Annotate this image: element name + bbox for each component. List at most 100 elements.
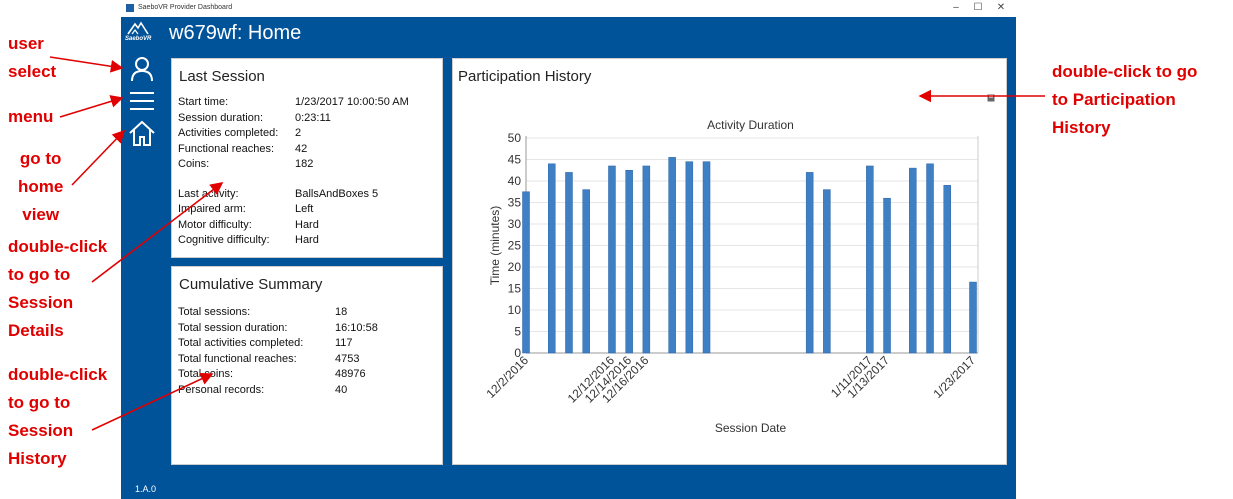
total-sessions-value: 18: [335, 306, 348, 318]
session-duration-value: 0:23:11: [295, 111, 331, 124]
page-title: w679wf: Home: [169, 22, 302, 44]
app-header: SaeboVR w679wf: Home: [121, 17, 1016, 54]
y-tick-label: 30: [508, 217, 522, 231]
last-session-title: Last Session: [179, 68, 265, 85]
cognitive-difficulty-label: Cognitive difficulty:: [178, 234, 270, 246]
total-activities-value: 117: [335, 337, 353, 349]
home-button[interactable]: [127, 118, 157, 148]
minimize-button[interactable]: –: [947, 2, 965, 13]
y-tick-label: 25: [508, 239, 522, 253]
bar: [582, 189, 590, 354]
y-tick-label: 20: [508, 260, 522, 274]
functional-reaches-value: 42: [295, 142, 308, 155]
version-label: 1.A.0: [135, 484, 157, 494]
app-window: SaeboVR Provider Dashboard – ☐ ✕ SaeboVR…: [121, 0, 1016, 499]
bar: [642, 165, 651, 354]
bar: [625, 170, 633, 354]
bar: [805, 172, 814, 354]
window-title: SaeboVR Provider Dashboard: [138, 4, 233, 11]
annotation-menu: menu: [8, 107, 54, 126]
annotation-home-view: go to home view: [18, 149, 64, 224]
x-tick-label: 1/23/2017: [930, 353, 978, 401]
y-axis-title: Time (minutes): [488, 206, 502, 286]
last-activity-value: BallsAndBoxes 5: [295, 187, 379, 200]
bar: [702, 161, 711, 354]
menu-button[interactable]: [127, 86, 157, 116]
home-icon: [129, 120, 155, 146]
menu-icon: [130, 92, 154, 110]
total-coins-label: Total coins:: [178, 368, 234, 380]
activity-duration-chart: 0510152025303540455012/2/2016 12/12/20161…: [483, 118, 979, 435]
chart-title: Activity Duration: [707, 118, 794, 132]
personal-records-value: 40: [335, 383, 348, 396]
cumulative-summary-panel[interactable]: Cumulative Summary Total sessions: 18 Tot…: [171, 266, 443, 465]
y-tick-label: 35: [508, 196, 522, 210]
total-sessions-label: Total sessions:: [178, 306, 251, 318]
arrow-user-select: [49, 56, 124, 73]
close-button[interactable]: ✕: [992, 2, 1010, 13]
annotation-session-details: double-click to go to Session Details: [8, 237, 108, 340]
last-session-details: Start time: 1/23/2017 10:00:50 AM Session…: [178, 96, 440, 250]
coins-label: Coins:: [178, 158, 210, 170]
bar: [522, 191, 530, 354]
bar: [823, 189, 831, 354]
cumulative-summary-details: Total sessions: 18 Total session duration…: [178, 306, 440, 399]
last-activity-label: Last activity:: [178, 187, 239, 200]
y-tick-label: 45: [508, 153, 522, 167]
start-time-label: Start time:: [178, 96, 229, 108]
bar: [565, 172, 573, 354]
total-coins-value: 48976: [335, 368, 366, 380]
annotation-session-history: double-click to go to Session History: [8, 365, 108, 468]
impaired-arm-label: Impaired arm:: [178, 203, 246, 215]
bar: [548, 163, 556, 354]
bar: [608, 165, 616, 354]
cumulative-summary-title: Cumulative Summary: [179, 276, 323, 293]
logo-text: SaeboVR: [125, 36, 152, 42]
activities-completed-value: 2: [295, 127, 302, 139]
sidebar: [121, 54, 163, 499]
session-duration-label: Session duration:: [178, 111, 263, 124]
bar: [909, 167, 917, 354]
mountain-icon: [127, 21, 149, 35]
maximize-button[interactable]: ☐: [969, 2, 987, 13]
total-session-duration-value: 16:10:58: [335, 321, 378, 334]
start-time-value: 1/23/2017 10:00:50 AM: [295, 96, 409, 108]
bar: [943, 185, 951, 354]
cognitive-difficulty-value: Hard: [295, 234, 319, 246]
y-tick-label: 5: [514, 325, 521, 339]
motor-difficulty-value: Hard: [295, 218, 319, 231]
annotation-participation-history: double-click to go to Participation Hist…: [1052, 62, 1198, 137]
participation-history-panel[interactable]: Participation History 0 5 10 15 20 25 30 35 40 45…: [452, 58, 1007, 465]
personal-records-label: Personal records:: [178, 383, 265, 396]
x-axis-title: Session Date: [715, 421, 787, 435]
bar: [668, 157, 676, 354]
y-tick-label: 50: [508, 131, 522, 145]
user-select-button[interactable]: [127, 54, 157, 84]
y-tick-label: 10: [508, 303, 522, 317]
title-bar: SaeboVR Provider Dashboard – ☐ ✕: [121, 0, 1016, 17]
last-session-panel[interactable]: Last Session Start time: 1/23/2017 10:00:…: [171, 58, 443, 258]
bar: [685, 161, 694, 354]
total-session-duration-label: Total session duration:: [178, 321, 288, 334]
saebovr-logo: SaeboVR: [125, 21, 151, 49]
arrow-menu: [59, 95, 124, 118]
x-tick-label: 12/2/2016: [483, 353, 531, 401]
annotation-user-select: user select: [8, 34, 57, 81]
user-icon: [131, 57, 153, 82]
coins-value: 182: [295, 158, 314, 170]
bar: [883, 197, 891, 354]
motor-difficulty-label: Motor difficulty:: [178, 218, 252, 231]
total-reaches-label: Total functional reaches:: [178, 352, 297, 365]
total-reaches-value: 4753: [335, 352, 360, 365]
bar: [926, 163, 934, 354]
y-tick-label: 15: [508, 282, 522, 296]
functional-reaches-label: Functional reaches:: [178, 142, 274, 155]
bar: [866, 165, 874, 354]
bar: [969, 281, 977, 354]
total-activities-label: Total activities completed:: [178, 337, 304, 349]
impaired-arm-value: Left: [295, 203, 314, 215]
app-icon: [126, 4, 134, 12]
arrow-home: [71, 129, 126, 186]
activities-completed-label: Activities completed:: [178, 127, 279, 139]
y-tick-label: 40: [508, 174, 522, 188]
